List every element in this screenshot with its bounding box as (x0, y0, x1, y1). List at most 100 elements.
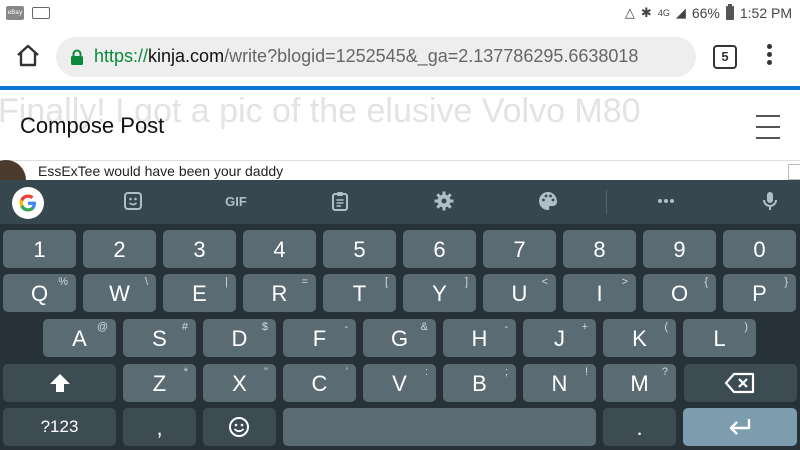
key-c[interactable]: C ' (283, 364, 356, 402)
key-hint: - (344, 321, 348, 333)
key-hint: - (504, 321, 508, 333)
key-9[interactable]: 9 (643, 230, 716, 268)
clipboard-icon[interactable] (328, 190, 352, 214)
key-7[interactable]: 7 (483, 230, 556, 268)
comment-text[interactable]: EssExTee would have been your daddy (38, 163, 283, 179)
key-f[interactable]: F- (283, 319, 356, 357)
mic-icon[interactable] (758, 190, 782, 214)
avatar[interactable] (0, 160, 26, 180)
hotspot-icon: △ (624, 5, 635, 21)
hamburger-menu-button[interactable] (756, 115, 780, 141)
gif-button[interactable]: GIF (218, 190, 254, 214)
key-u[interactable]: U < (483, 274, 556, 312)
key-z[interactable]: Z * (123, 364, 196, 402)
key-o[interactable]: O{ (643, 274, 716, 312)
key-n[interactable]: N! (523, 364, 596, 402)
key-g[interactable]: G & (363, 319, 436, 357)
key-k[interactable]: K( (603, 319, 676, 357)
key-4[interactable]: 4 (243, 230, 316, 268)
key-i[interactable]: I > (563, 274, 636, 312)
key-q[interactable]: Q% (3, 274, 76, 312)
key-hint: > (621, 276, 628, 288)
key-hint: [ (384, 276, 388, 288)
tab-switcher-button[interactable]: 5 (713, 45, 737, 69)
key-y[interactable]: Y] (403, 274, 476, 312)
key-hint: " (264, 366, 268, 378)
enter-key[interactable] (683, 408, 797, 446)
key-hint: ! (584, 366, 588, 378)
google-icon[interactable] (12, 187, 44, 219)
clock: 1:52 PM (739, 5, 792, 21)
key-l[interactable]: L) (683, 319, 756, 357)
key-5[interactable]: 5 (323, 230, 396, 268)
key-hint: = (301, 276, 308, 288)
keyboard-toolbar: GIF (0, 180, 800, 224)
bluetooth-icon: ✱ (640, 5, 652, 21)
battery-percent: 66% (691, 5, 720, 21)
key-hint: ) (744, 321, 748, 333)
key-j[interactable]: J + (523, 319, 596, 357)
symbols-key[interactable]: ?123 (3, 408, 116, 446)
shift-key[interactable] (3, 364, 116, 402)
key-h[interactable]: H- (443, 319, 516, 357)
divider (0, 160, 800, 161)
key-label: 1 (33, 237, 46, 262)
url-scheme: https:// (94, 46, 149, 66)
home-button[interactable] (14, 42, 42, 70)
lock-icon (71, 49, 83, 65)
key-hint: $ (261, 321, 268, 333)
side-widget (788, 164, 800, 180)
key-v[interactable]: V: (363, 364, 436, 402)
key-2[interactable]: 2 (83, 230, 156, 268)
key-hint: & (420, 321, 428, 333)
key-hint: } (784, 276, 788, 288)
key-t[interactable]: T[ (323, 274, 396, 312)
key-label: 6 (433, 237, 446, 262)
key-x[interactable]: X " (203, 364, 276, 402)
key-a[interactable]: A @ (43, 319, 116, 357)
key-s[interactable]: S # (123, 319, 196, 357)
palette-icon[interactable] (536, 190, 560, 214)
url-path: /write?blogid=1252545&_ga=2.137786295.66… (224, 46, 639, 66)
key-r[interactable]: R = (243, 274, 316, 312)
emoji-key[interactable] (203, 408, 276, 446)
network-type: 4G (657, 8, 670, 18)
key-e[interactable]: E | (163, 274, 236, 312)
backspace-key[interactable] (684, 364, 797, 402)
spacebar[interactable] (283, 408, 596, 446)
url-host: kinja.com (148, 46, 225, 66)
status-bar: eBay △ ✱ 4G ◢ 66% 1:52 PM (0, 0, 800, 28)
key-hint: * (183, 366, 188, 378)
period-key[interactable]: . (603, 408, 676, 446)
key-label: 9 (673, 237, 686, 262)
key-8[interactable]: 8 (563, 230, 636, 268)
browser-toolbar: https://kinja.com/write?blogid=1252545&_… (0, 28, 800, 86)
comma-key[interactable]: , (123, 408, 196, 446)
key-hint: ; (504, 366, 508, 378)
battery-icon (725, 4, 734, 20)
url-field[interactable]: https://kinja.com/write?blogid=1252545&_… (56, 37, 696, 77)
soft-keyboard: GIF ?123 , . 1 2 3 4 5 6 7 8 9 0 Q % W \… (0, 180, 800, 450)
key-p[interactable]: P} (723, 274, 796, 312)
emoji-icon (229, 417, 249, 437)
key-b[interactable]: B; (443, 364, 516, 402)
key-hint: % (58, 276, 68, 288)
key-6[interactable]: 6 (403, 230, 476, 268)
settings-icon[interactable] (432, 190, 456, 214)
page-content: Finally! I got a pic of the elusive Volv… (0, 90, 800, 180)
more-icon[interactable] (654, 190, 678, 214)
key-hint: \ (144, 276, 148, 288)
sticker-icon[interactable] (121, 190, 145, 214)
shift-icon (50, 374, 70, 392)
key-3[interactable]: 3 (163, 230, 236, 268)
key-d[interactable]: D $ (203, 319, 276, 357)
key-0[interactable]: 0 (723, 230, 796, 268)
key-hint: ] (464, 276, 468, 288)
overflow-menu-button[interactable] (762, 44, 776, 70)
key-w[interactable]: W \ (83, 274, 156, 312)
key-hint: # (181, 321, 188, 333)
key-label: 3 (193, 237, 206, 262)
toolbar-divider (606, 190, 607, 214)
key-1[interactable]: 1 (3, 230, 76, 268)
key-m[interactable]: M? (603, 364, 676, 402)
